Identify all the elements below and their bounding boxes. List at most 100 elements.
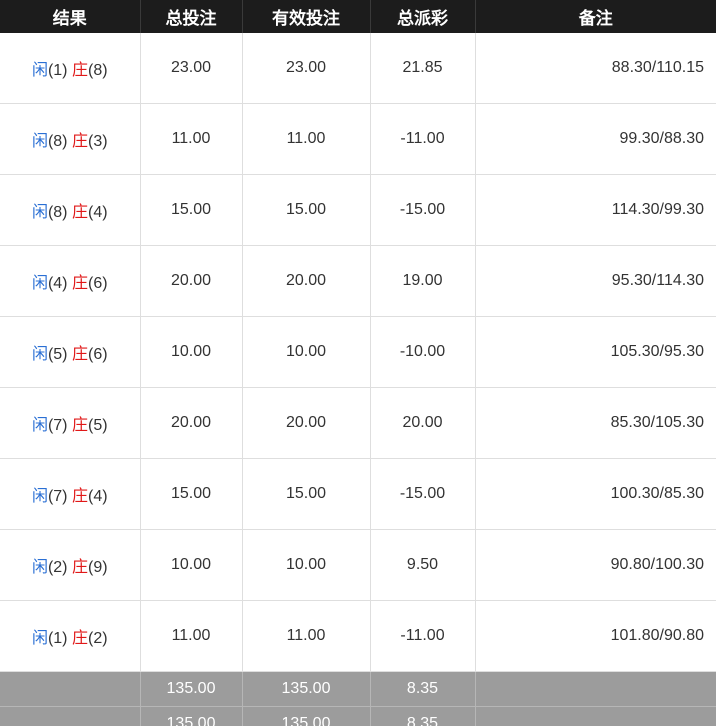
col-header-result: 结果	[0, 0, 141, 33]
total-remark-cell	[475, 671, 716, 707]
col-header-valid-bet: 有效投注	[242, 0, 371, 33]
total-bet-cell: 11.00	[140, 600, 243, 672]
payout-cell: -15.00	[370, 174, 476, 246]
total-row: 135.00 135.00 8.35	[0, 671, 716, 707]
valid-bet-sum-cell: 135.00	[242, 706, 371, 726]
player-value: (1)	[47, 62, 68, 79]
banker-label: 庄	[71, 488, 88, 505]
result-cell: 闲(8) 庄(3)	[0, 103, 141, 175]
banker-value: (4)	[87, 488, 108, 505]
remark-cell: 88.30/110.15	[475, 33, 716, 104]
table-row: 闲(1) 庄(8) 23.00 23.00 21.85 88.30/110.15	[0, 33, 716, 104]
player-label: 闲	[31, 630, 48, 647]
player-value: (2)	[47, 559, 68, 576]
banker-label: 庄	[71, 275, 88, 292]
valid-bet-cell: 10.00	[242, 529, 371, 601]
table-row: 闲(1) 庄(2) 11.00 11.00 -11.00 101.80/90.80	[0, 600, 716, 672]
payout-cell: 20.00	[370, 387, 476, 459]
remark-cell: 101.80/90.80	[475, 600, 716, 672]
total-bet-cell: 15.00	[140, 458, 243, 530]
result-cell: 闲(1) 庄(2)	[0, 600, 141, 672]
player-value: (8)	[47, 204, 68, 221]
result-cell: 闲(7) 庄(5)	[0, 387, 141, 459]
total-bet-cell: 10.00	[140, 316, 243, 388]
banker-label: 庄	[71, 204, 88, 221]
banker-value: (6)	[87, 275, 108, 292]
valid-bet-cell: 15.00	[242, 174, 371, 246]
banker-value: (5)	[87, 417, 108, 434]
col-header-total-bet: 总投注	[140, 0, 243, 33]
valid-bet-cell: 10.00	[242, 316, 371, 388]
table-row: 闲(4) 庄(6) 20.00 20.00 19.00 95.30/114.30	[0, 245, 716, 317]
total-bet-sum-cell: 135.00	[140, 706, 243, 726]
player-label: 闲	[31, 559, 48, 576]
remark-cell: 99.30/88.30	[475, 103, 716, 175]
banker-label: 庄	[71, 559, 88, 576]
payout-cell: -15.00	[370, 458, 476, 530]
banker-value: (4)	[87, 204, 108, 221]
remark-cell: 105.30/95.30	[475, 316, 716, 388]
result-cell: 闲(7) 庄(4)	[0, 458, 141, 530]
total-result-cell	[0, 671, 141, 707]
player-label: 闲	[31, 62, 48, 79]
valid-bet-cell: 20.00	[242, 387, 371, 459]
valid-bet-cell: 20.00	[242, 245, 371, 317]
payout-cell: 21.85	[370, 33, 476, 104]
table-row: 闲(8) 庄(4) 15.00 15.00 -15.00 114.30/99.30	[0, 174, 716, 246]
table-row: 闲(5) 庄(6) 10.00 10.00 -10.00 105.30/95.30	[0, 316, 716, 388]
valid-bet-cell: 23.00	[242, 33, 371, 104]
banker-value: (6)	[87, 346, 108, 363]
total-bet-cell: 20.00	[140, 387, 243, 459]
remark-cell: 95.30/114.30	[475, 245, 716, 317]
result-cell: 闲(4) 庄(6)	[0, 245, 141, 317]
banker-label: 庄	[71, 346, 88, 363]
remark-cell: 114.30/99.30	[475, 174, 716, 246]
table-row: 闲(8) 庄(3) 11.00 11.00 -11.00 99.30/88.30	[0, 103, 716, 175]
total-bet-cell: 20.00	[140, 245, 243, 317]
total-bet-cell: 10.00	[140, 529, 243, 601]
banker-label: 庄	[71, 630, 88, 647]
result-cell: 闲(5) 庄(6)	[0, 316, 141, 388]
result-cell: 闲(2) 庄(9)	[0, 529, 141, 601]
valid-bet-cell: 15.00	[242, 458, 371, 530]
payout-cell: -10.00	[370, 316, 476, 388]
player-label: 闲	[31, 417, 48, 434]
table-row: 闲(2) 庄(9) 10.00 10.00 9.50 90.80/100.30	[0, 529, 716, 601]
total-bet-cell: 11.00	[140, 103, 243, 175]
player-label: 闲	[31, 275, 48, 292]
player-label: 闲	[31, 346, 48, 363]
valid-bet-cell: 11.00	[242, 103, 371, 175]
payout-cell: 9.50	[370, 529, 476, 601]
payout-sum-cell: 8.35	[370, 706, 476, 726]
total-result-cell	[0, 706, 141, 726]
col-header-remark: 备注	[475, 0, 716, 33]
valid-bet-sum-cell: 135.00	[242, 671, 371, 707]
banker-value: (8)	[87, 62, 108, 79]
player-value: (1)	[47, 630, 68, 647]
payout-sum-cell: 8.35	[370, 671, 476, 707]
result-cell: 闲(8) 庄(4)	[0, 174, 141, 246]
player-label: 闲	[31, 488, 48, 505]
player-value: (4)	[47, 275, 68, 292]
valid-bet-cell: 11.00	[242, 600, 371, 672]
total-bet-cell: 15.00	[140, 174, 243, 246]
table-row: 闲(7) 庄(4) 15.00 15.00 -15.00 100.30/85.30	[0, 458, 716, 530]
payout-cell: -11.00	[370, 103, 476, 175]
player-label: 闲	[31, 133, 48, 150]
banker-value: (3)	[87, 133, 108, 150]
total-row: 135.00 135.00 8.35	[0, 706, 716, 726]
banker-value: (2)	[87, 630, 108, 647]
banker-label: 庄	[71, 417, 88, 434]
table-header: 结果 总投注 有效投注 总派彩 备注	[0, 0, 716, 33]
total-remark-cell	[475, 706, 716, 726]
col-header-total-payout: 总派彩	[370, 0, 476, 33]
result-cell: 闲(1) 庄(8)	[0, 33, 141, 104]
total-bet-cell: 23.00	[140, 33, 243, 104]
payout-cell: -11.00	[370, 600, 476, 672]
player-value: (5)	[47, 346, 68, 363]
remark-cell: 100.30/85.30	[475, 458, 716, 530]
banker-label: 庄	[71, 133, 88, 150]
table-row: 闲(7) 庄(5) 20.00 20.00 20.00 85.30/105.30	[0, 387, 716, 459]
bet-record-table: 结果 总投注 有效投注 总派彩 备注 闲(1) 庄(8) 23.00 23.00 21…	[0, 0, 716, 726]
banker-value: (9)	[87, 559, 108, 576]
